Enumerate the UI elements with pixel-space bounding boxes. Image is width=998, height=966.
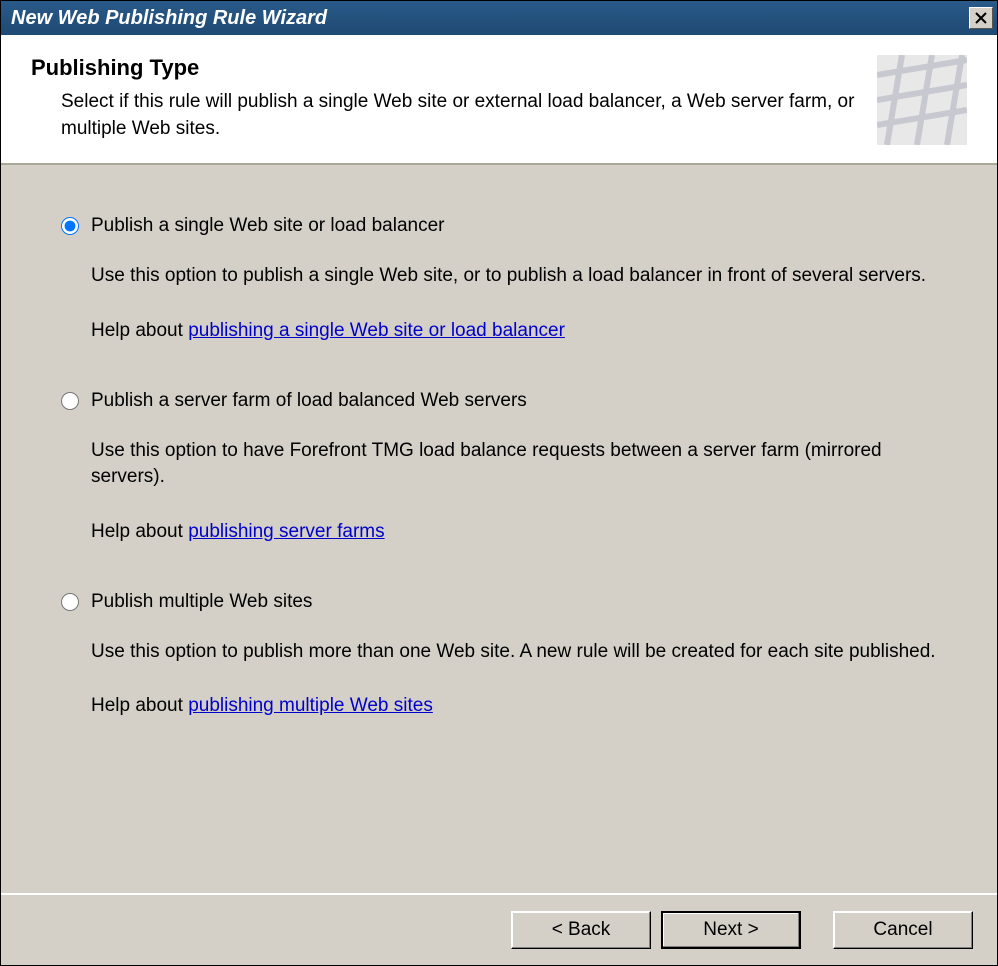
option-multiple-sites: Publish multiple Web sites Use this opti…	[61, 591, 937, 718]
desc-server-farm: Use this option to have Forefront TMG lo…	[91, 438, 937, 491]
wizard-window: New Web Publishing Rule Wizard Publishin…	[0, 0, 998, 966]
option-server-farm: Publish a server farm of load balanced W…	[61, 390, 937, 543]
next-button[interactable]: Next >	[661, 911, 801, 949]
close-button[interactable]	[969, 7, 993, 29]
help-single-site: Help about publishing a single Web site …	[91, 320, 937, 342]
help-prefix: Help about	[91, 695, 188, 716]
desc-multiple-sites: Use this option to publish more than one…	[91, 639, 937, 666]
page-subtitle: Select if this rule will publish a singl…	[61, 89, 857, 142]
help-link-server-farm[interactable]: publishing server farms	[188, 521, 384, 542]
header-panel: Publishing Type Select if this rule will…	[1, 35, 997, 165]
desc-single-site: Use this option to publish a single Web …	[91, 263, 937, 290]
radio-server-farm[interactable]	[61, 392, 79, 410]
radio-multiple-sites[interactable]	[61, 593, 79, 611]
back-button[interactable]: < Back	[511, 911, 651, 949]
radio-label-server-farm[interactable]: Publish a server farm of load balanced W…	[91, 390, 527, 412]
content-area: Publish a single Web site or load balanc…	[1, 165, 997, 893]
titlebar: New Web Publishing Rule Wizard	[1, 1, 997, 35]
footer: < Back Next > Cancel	[1, 893, 997, 965]
help-server-farm: Help about publishing server farms	[91, 521, 937, 543]
option-single-site: Publish a single Web site or load balanc…	[61, 215, 937, 342]
window-title: New Web Publishing Rule Wizard	[11, 7, 327, 30]
page-title: Publishing Type	[31, 55, 857, 81]
radio-single-site[interactable]	[61, 217, 79, 235]
help-prefix: Help about	[91, 521, 188, 542]
help-multiple-sites: Help about publishing multiple Web sites	[91, 695, 937, 717]
header-text: Publishing Type Select if this rule will…	[31, 55, 857, 142]
radio-label-multiple-sites[interactable]: Publish multiple Web sites	[91, 591, 312, 613]
help-prefix: Help about	[91, 320, 188, 341]
wizard-icon	[877, 55, 967, 145]
cancel-button[interactable]: Cancel	[833, 911, 973, 949]
help-link-multiple-sites[interactable]: publishing multiple Web sites	[188, 695, 433, 716]
close-icon	[975, 12, 987, 24]
radio-label-single-site[interactable]: Publish a single Web site or load balanc…	[91, 215, 444, 237]
help-link-single-site[interactable]: publishing a single Web site or load bal…	[188, 320, 565, 341]
